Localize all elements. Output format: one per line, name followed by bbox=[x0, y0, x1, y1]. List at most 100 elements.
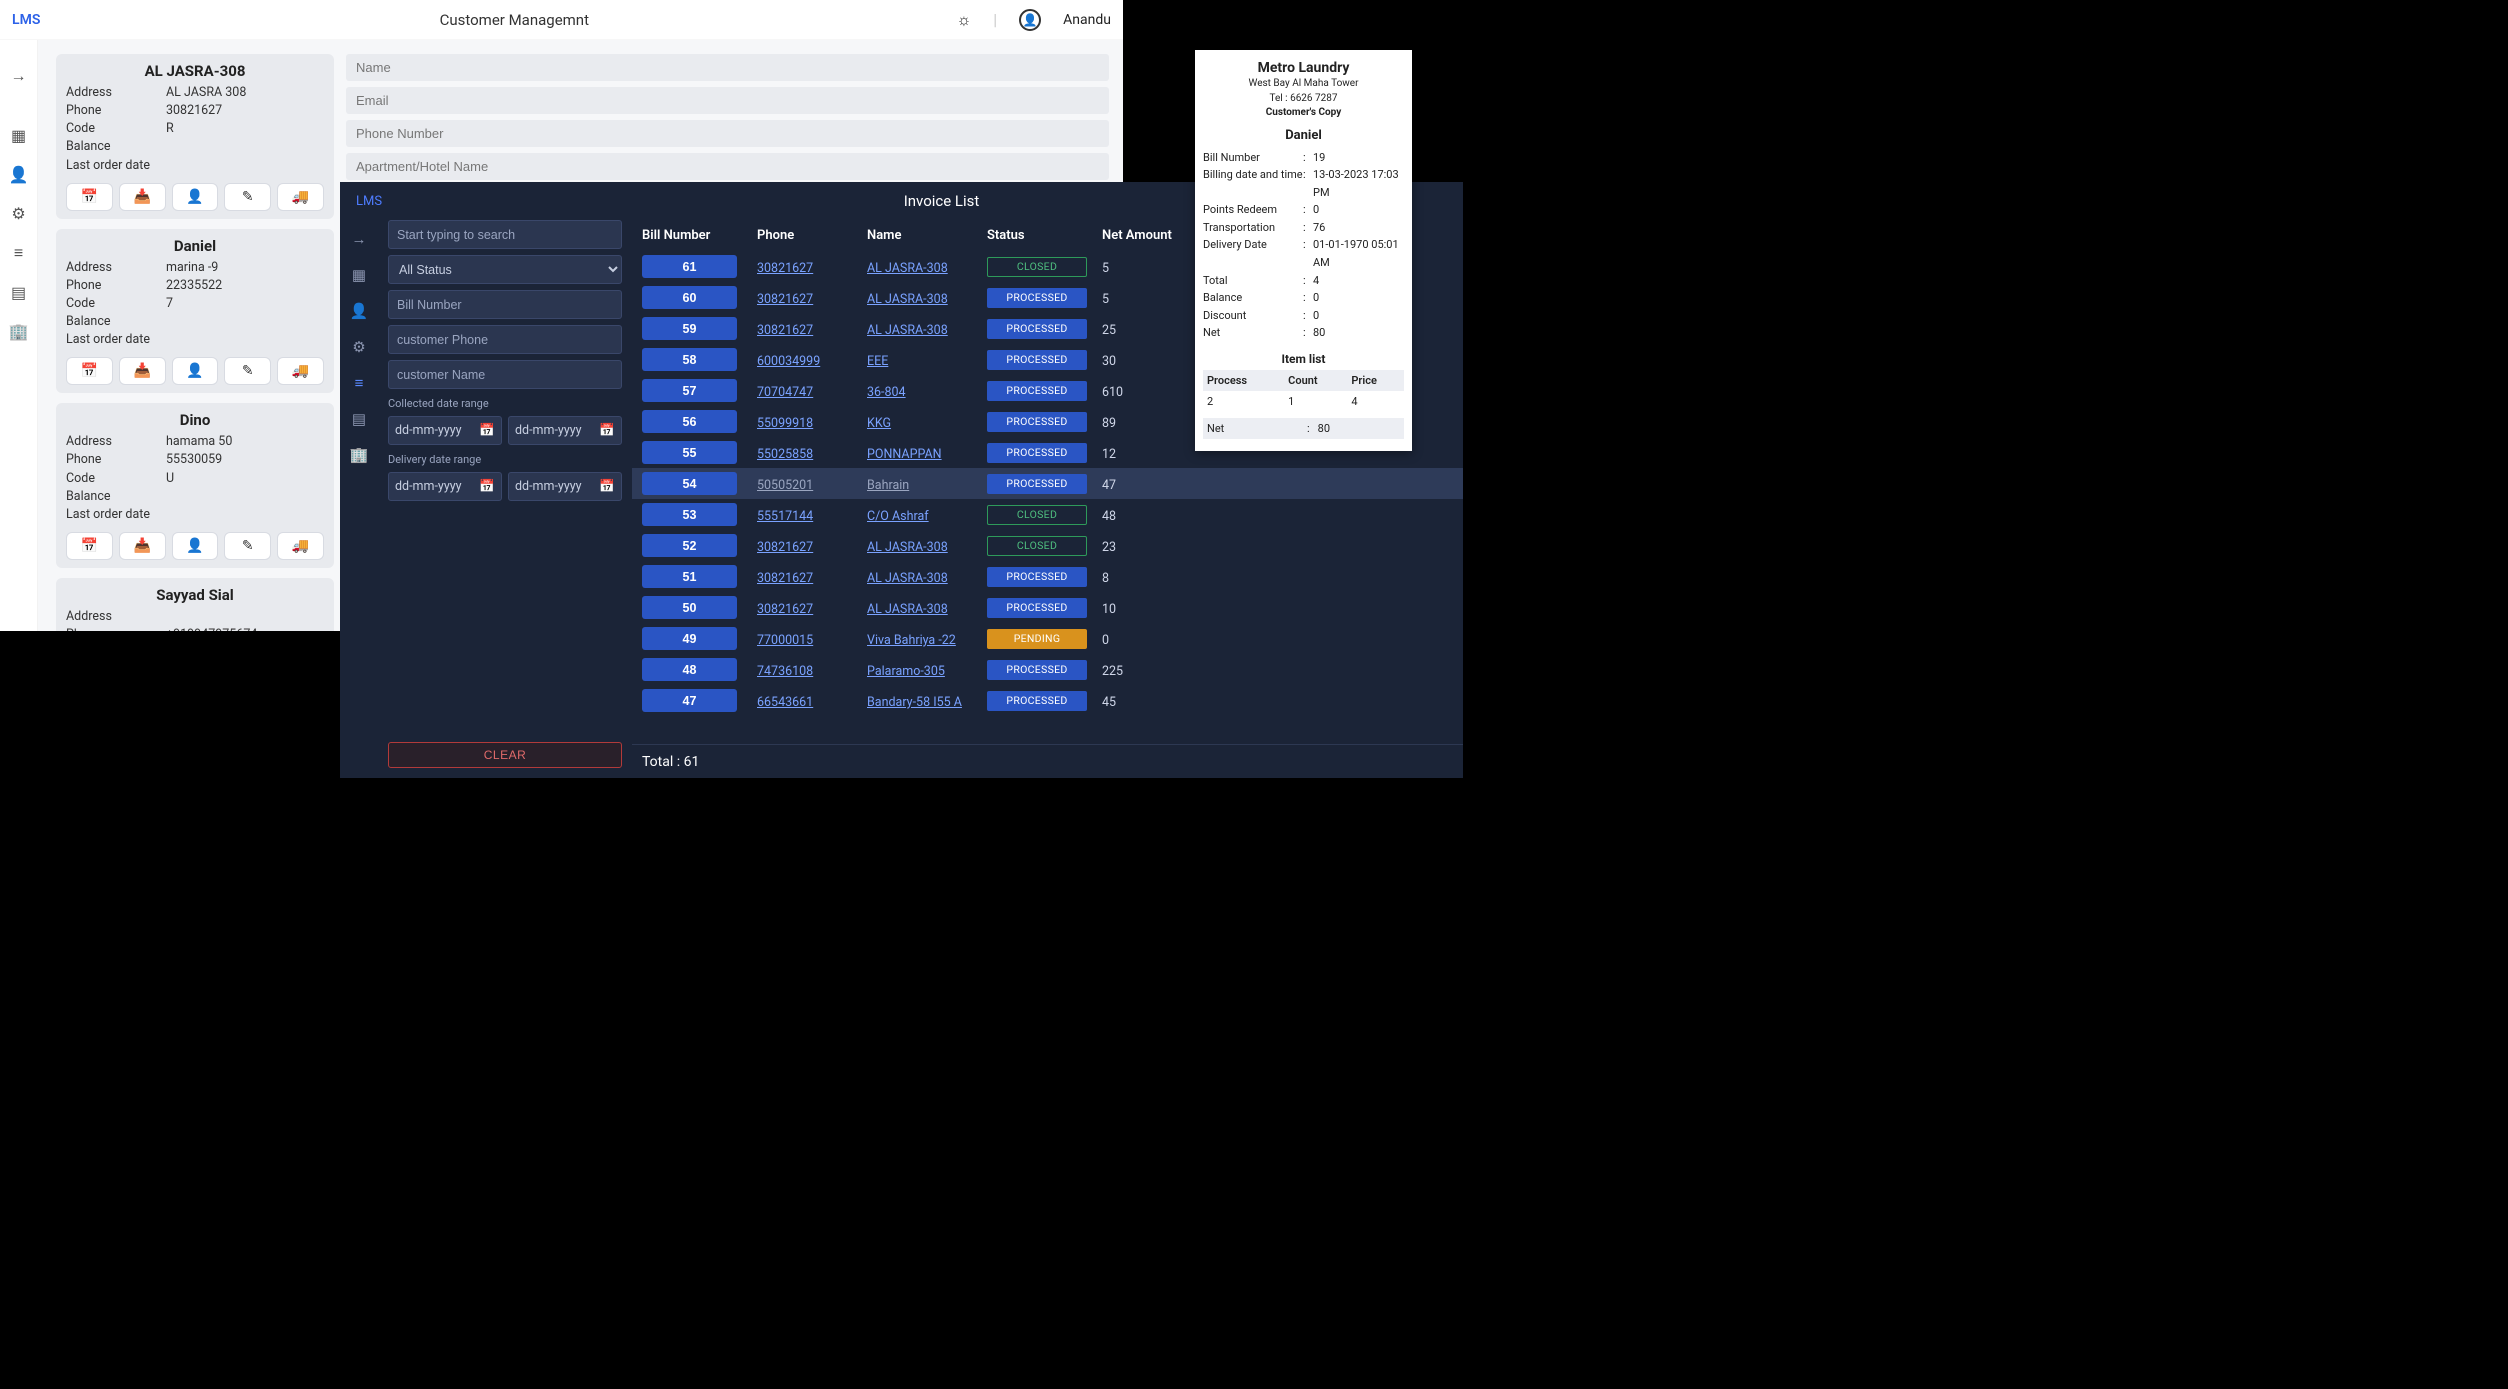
inbox-icon[interactable]: 📥 bbox=[119, 183, 166, 211]
invoice-name-link[interactable]: AL JASRA-308 bbox=[867, 540, 948, 555]
delivery-to-date[interactable]: dd-mm-yyyy📅 bbox=[508, 472, 622, 501]
collected-to-date[interactable]: dd-mm-yyyy📅 bbox=[508, 416, 622, 445]
invoice-phone-link[interactable]: 600034999 bbox=[757, 354, 820, 369]
bill-number-button[interactable]: 47 bbox=[642, 689, 737, 712]
inbox-icon[interactable]: 📥 bbox=[119, 532, 166, 560]
invoice-name-link[interactable]: C/O Ashraf bbox=[867, 509, 929, 524]
invoice-name-link[interactable]: AL JASRA-308 bbox=[867, 323, 948, 338]
table-row: 49 77000015 Viva Bahriya -22 PENDING 0 bbox=[632, 623, 1463, 654]
bill-number-button[interactable]: 52 bbox=[642, 534, 737, 557]
invoice-phone-link[interactable]: 30821627 bbox=[757, 571, 813, 586]
invoice-phone-link[interactable]: 77000015 bbox=[757, 633, 813, 648]
bill-number-button[interactable]: 48 bbox=[642, 658, 737, 681]
dashboard-icon[interactable]: ▦ bbox=[352, 266, 366, 284]
invoice-phone-link[interactable]: 66543661 bbox=[757, 695, 813, 710]
collected-from-date[interactable]: dd-mm-yyyy📅 bbox=[388, 416, 502, 445]
invoice-phone-link[interactable]: 70704747 bbox=[757, 385, 813, 400]
invoice-name-link[interactable]: AL JASRA-308 bbox=[867, 292, 948, 307]
invoice-name-link[interactable]: Bandary-58 I55 A bbox=[867, 695, 962, 710]
invoice-phone-link[interactable]: 30821627 bbox=[757, 602, 813, 617]
customer-address: AL JASRA 308 bbox=[166, 84, 246, 102]
invoice-name-link[interactable]: PONNAPPAN bbox=[867, 447, 942, 462]
invoice-name-link[interactable]: AL JASRA-308 bbox=[867, 571, 948, 586]
receipt-net-value: 80 bbox=[1314, 418, 1404, 439]
bill-number-button[interactable]: 58 bbox=[642, 348, 737, 371]
customer-name-input[interactable] bbox=[388, 360, 622, 389]
truck-icon[interactable]: 🚚 bbox=[277, 357, 324, 385]
bill-number-button[interactable]: 49 bbox=[642, 627, 737, 650]
form-input-phone-number[interactable] bbox=[346, 120, 1109, 147]
form-input-email[interactable] bbox=[346, 87, 1109, 114]
truck-icon[interactable]: 🚚 bbox=[277, 532, 324, 560]
expand-icon[interactable]: → bbox=[352, 230, 367, 248]
dashboard-icon[interactable]: ▦ bbox=[11, 126, 26, 145]
user-icon[interactable]: 👤 bbox=[172, 357, 219, 385]
bill-number-button[interactable]: 53 bbox=[642, 503, 737, 526]
invoice-phone-link[interactable]: 30821627 bbox=[757, 261, 813, 276]
invoice-name-link[interactable]: AL JASRA-308 bbox=[867, 602, 948, 617]
invoice-phone-link[interactable]: 55099918 bbox=[757, 416, 813, 431]
invoice-name-link[interactable]: EEE bbox=[867, 354, 888, 369]
archive-icon[interactable]: ▤ bbox=[11, 283, 26, 302]
invoice-phone-link[interactable]: 30821627 bbox=[757, 292, 813, 307]
truck-icon[interactable]: 🚚 bbox=[277, 183, 324, 211]
status-badge: PROCESSED bbox=[987, 381, 1087, 401]
edit-icon[interactable]: ✎ bbox=[224, 183, 271, 211]
bill-number-button[interactable]: 61 bbox=[642, 255, 737, 278]
user-icon[interactable]: 👤 bbox=[172, 183, 219, 211]
invoice-name-link[interactable]: 36-804 bbox=[867, 385, 906, 400]
form-input-apartment-hotel-name[interactable] bbox=[346, 153, 1109, 180]
header-status: Status bbox=[987, 228, 1102, 243]
invoice-phone-link[interactable]: 30821627 bbox=[757, 323, 813, 338]
bill-number-button[interactable]: 59 bbox=[642, 317, 737, 340]
edit-icon[interactable]: ✎ bbox=[224, 357, 271, 385]
list-icon[interactable]: ≡ bbox=[355, 374, 364, 392]
list-icon[interactable]: ≡ bbox=[14, 243, 23, 263]
invoice-phone-link[interactable]: 74736108 bbox=[757, 664, 813, 679]
avatar-icon[interactable]: 👤 bbox=[1019, 9, 1041, 31]
invoice-name-link[interactable]: KKG bbox=[867, 416, 891, 431]
search-input[interactable] bbox=[388, 220, 622, 249]
bill-number-button[interactable]: 60 bbox=[642, 286, 737, 309]
receipt-item-table: Process Count Price 214 bbox=[1203, 370, 1404, 412]
customer-phone-input[interactable] bbox=[388, 325, 622, 354]
theme-toggle-icon[interactable]: ☼ bbox=[957, 10, 972, 30]
edit-icon[interactable]: ✎ bbox=[224, 532, 271, 560]
bill-number-button[interactable]: 51 bbox=[642, 565, 737, 588]
users-icon[interactable]: 👤 bbox=[9, 165, 29, 184]
form-input-name[interactable] bbox=[346, 54, 1109, 81]
bill-number-button[interactable]: 57 bbox=[642, 379, 737, 402]
invoice-name-link[interactable]: Palaramo-305 bbox=[867, 664, 945, 679]
calendar-icon[interactable]: 📅 bbox=[66, 532, 113, 560]
status-badge: CLOSED bbox=[987, 257, 1087, 277]
expand-icon[interactable]: → bbox=[11, 66, 27, 86]
inbox-icon[interactable]: 📥 bbox=[119, 357, 166, 385]
delivery-from-date[interactable]: dd-mm-yyyy📅 bbox=[388, 472, 502, 501]
table-footer-total: Total : 61 bbox=[632, 744, 1463, 778]
invoice-phone-link[interactable]: 55517144 bbox=[757, 509, 813, 524]
user-icon[interactable]: 👤 bbox=[172, 532, 219, 560]
settings-icon[interactable]: ⚙ bbox=[11, 204, 25, 223]
invoice-phone-link[interactable]: 50505201 bbox=[757, 478, 813, 493]
users-icon[interactable]: 👤 bbox=[350, 302, 369, 320]
building-icon[interactable]: 🏢 bbox=[350, 446, 369, 464]
bill-number-button[interactable]: 50 bbox=[642, 596, 737, 619]
invoice-phone-link[interactable]: 30821627 bbox=[757, 540, 813, 555]
bill-number-button[interactable]: 54 bbox=[642, 472, 737, 495]
status-select[interactable]: All Status bbox=[388, 255, 622, 284]
brand-light: LMS bbox=[12, 12, 72, 28]
calendar-icon[interactable]: 📅 bbox=[66, 357, 113, 385]
bill-number-input[interactable] bbox=[388, 290, 622, 319]
customer-code: 7 bbox=[166, 295, 173, 313]
bill-number-button[interactable]: 56 bbox=[642, 410, 737, 433]
archive-icon[interactable]: ▤ bbox=[352, 410, 366, 428]
building-icon[interactable]: 🏢 bbox=[9, 322, 29, 341]
bill-number-button[interactable]: 55 bbox=[642, 441, 737, 464]
invoice-name-link[interactable]: Bahrain bbox=[867, 478, 909, 493]
invoice-name-link[interactable]: AL JASRA-308 bbox=[867, 261, 948, 276]
calendar-icon[interactable]: 📅 bbox=[66, 183, 113, 211]
invoice-name-link[interactable]: Viva Bahriya -22 bbox=[867, 633, 956, 648]
clear-button[interactable]: CLEAR bbox=[388, 742, 622, 768]
invoice-phone-link[interactable]: 55025858 bbox=[757, 447, 813, 462]
settings-icon[interactable]: ⚙ bbox=[352, 338, 365, 356]
